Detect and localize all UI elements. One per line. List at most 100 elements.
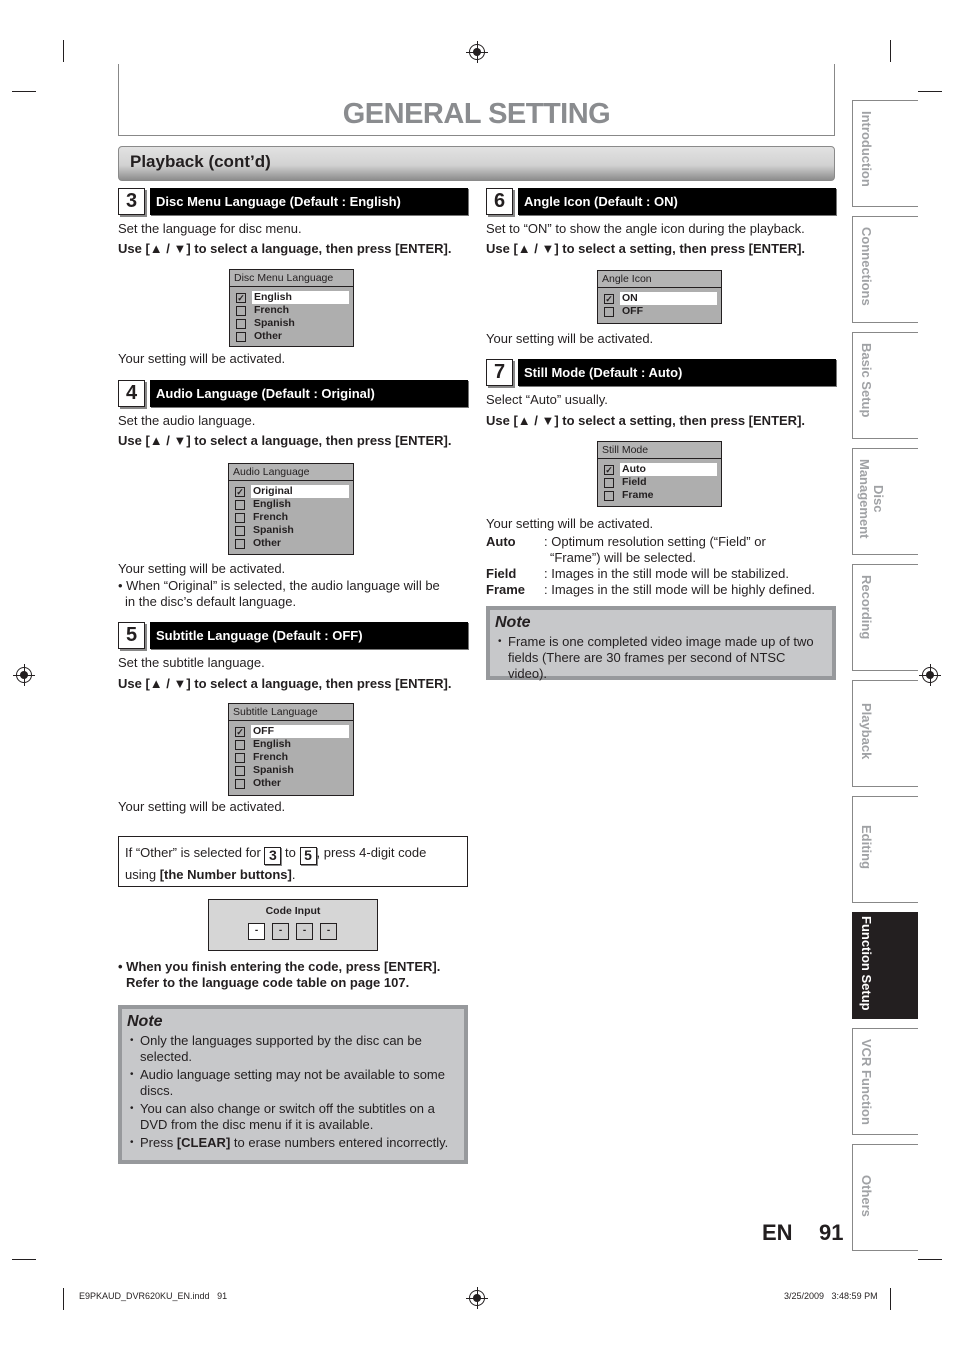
checkbox-icon: [235, 753, 245, 763]
crop-mark: [890, 1288, 891, 1310]
checked-checkbox-icon: ✓: [236, 293, 246, 303]
step-description: Set the subtitle language.: [118, 655, 265, 670]
step-title: Angle Icon (Default : ON): [518, 188, 836, 215]
definition-text-cont: “Frame”) will be selected.: [550, 550, 696, 565]
menu-option[interactable]: ✓ Auto: [598, 463, 721, 476]
checkbox-icon: [235, 513, 245, 523]
menu-option[interactable]: Field: [598, 476, 721, 489]
step-description: Set the language for disc menu.: [118, 221, 302, 236]
checked-checkbox-icon: ✓: [604, 465, 614, 475]
step-result: Your setting will be activated.: [118, 799, 286, 814]
checkbox-icon: [604, 478, 614, 488]
code-input-dialog: Code Input - - - -: [208, 899, 378, 951]
step-title: Subtitle Language (Default : OFF): [150, 622, 468, 649]
menu-option[interactable]: Spanish: [229, 524, 353, 537]
crop-mark: [12, 1259, 36, 1260]
definition-text: : Images in the still mode will be stabi…: [544, 566, 789, 581]
note-title: Note: [127, 1013, 163, 1030]
menu-option[interactable]: ✓ ON: [598, 292, 721, 305]
menu-option[interactable]: ✓ English: [230, 291, 353, 304]
side-tab-connections[interactable]: Connections: [852, 216, 918, 323]
menu-option[interactable]: ✓ Original: [229, 485, 353, 498]
checked-checkbox-icon: ✓: [604, 294, 614, 304]
checked-checkbox-icon: ✓: [235, 727, 245, 737]
menu-option[interactable]: Frame: [598, 489, 721, 502]
menu-option[interactable]: English: [229, 498, 353, 511]
step-number: 6: [486, 188, 513, 215]
note-box: Note Frame is one completed video image …: [486, 606, 836, 682]
definition-text: : Optimum resolution setting (“Field” or: [544, 534, 766, 549]
side-tab-basic-setup[interactable]: Basic Setup: [852, 332, 918, 439]
step-result: Your setting will be activated.: [486, 331, 654, 346]
crop-mark: [12, 91, 36, 92]
code-hint-line: • When you finish entering the code, pre…: [118, 959, 441, 974]
step-number: 7: [486, 359, 513, 386]
code-input-title: Code Input: [265, 905, 321, 917]
note-box: Note Only the languages supported by the…: [118, 1005, 468, 1164]
menu-option[interactable]: French: [229, 751, 353, 764]
menu-title: Subtitle Language: [229, 704, 353, 721]
menu-option[interactable]: French: [230, 304, 353, 317]
code-digit-slot[interactable]: -: [320, 923, 337, 940]
language-indicator: EN: [762, 1220, 793, 1245]
crop-mark: [63, 40, 64, 62]
step-instruction: Use [▲ / ▼] to select a setting, then pr…: [486, 241, 806, 256]
section-title: Playback (cont’d): [130, 152, 271, 171]
menu-option[interactable]: Other: [229, 777, 353, 790]
checkbox-icon: [235, 500, 245, 510]
note-item: You can also change or switch off the su…: [128, 1101, 458, 1133]
menu-option[interactable]: OFF: [598, 305, 721, 318]
step-3-header: 3 Disc Menu Language (Default : English): [118, 188, 468, 215]
code-digit-slot[interactable]: -: [272, 923, 289, 940]
definition-term: Frame: [486, 582, 526, 597]
step-instruction: Use [▲ / ▼] to select a setting, then pr…: [486, 413, 806, 428]
checkbox-icon: [235, 539, 245, 549]
note-item: Frame is one completed video image made …: [496, 634, 826, 682]
code-digit-slot[interactable]: -: [248, 923, 265, 940]
title-frame: GENERAL SETTING: [118, 64, 835, 136]
side-tab-vcr-function[interactable]: VCR Function: [852, 1028, 918, 1135]
step-result: Your setting will be activated.: [486, 516, 654, 531]
menu-title: Audio Language: [229, 464, 353, 481]
definition-term: Auto: [486, 534, 516, 549]
menu-option[interactable]: Other: [229, 537, 353, 550]
menu-option[interactable]: Other: [230, 330, 353, 343]
side-tab-function-setup[interactable]: Function Setup: [852, 912, 918, 1019]
page-title: GENERAL SETTING: [342, 98, 611, 130]
side-tab-disc-management[interactable]: Disc Management: [852, 448, 918, 555]
step-description: Select “Auto” usually.: [486, 392, 608, 407]
checked-checkbox-icon: ✓: [235, 487, 245, 497]
menu-option[interactable]: English: [229, 738, 353, 751]
step-5-header: 5 Subtitle Language (Default : OFF): [118, 622, 468, 649]
checkbox-icon: [235, 779, 245, 789]
print-slug-date: 3/25/2009 3:48:59 PM: [784, 1291, 878, 1301]
code-digit-slot[interactable]: -: [296, 923, 313, 940]
registration-mark-icon: [919, 664, 941, 686]
step-7-header: 7 Still Mode (Default : Auto): [486, 359, 836, 386]
side-tab-playback[interactable]: Playback: [852, 680, 918, 787]
step-instruction: Use [▲ / ▼] to select a language, then p…: [118, 433, 452, 448]
checkbox-icon: [236, 332, 246, 342]
checkbox-icon: [235, 740, 245, 750]
menu-option[interactable]: ✓ OFF: [229, 725, 353, 738]
definition-text: : Images in the still mode will be highl…: [544, 582, 815, 597]
checkbox-icon: [235, 526, 245, 536]
step-note-bullet-cont: in the disc’s default language.: [125, 594, 297, 609]
step-description: Set to “ON” to show the angle icon durin…: [486, 221, 805, 236]
step-ref-3: 3: [264, 847, 282, 865]
checkbox-icon: [236, 319, 246, 329]
crop-mark: [918, 1259, 942, 1260]
menu-option[interactable]: Spanish: [230, 317, 353, 330]
menu-option[interactable]: French: [229, 511, 353, 524]
angle-icon-menu: Angle Icon ✓ ON OFF: [597, 270, 722, 324]
side-tab-editing[interactable]: Editing: [852, 796, 918, 903]
menu-option[interactable]: Spanish: [229, 764, 353, 777]
other-language-callout: If “Other” is selected for 3 to 5, press…: [118, 836, 468, 887]
side-tab-recording[interactable]: Recording: [852, 564, 918, 671]
side-tab-introduction[interactable]: Introduction: [852, 100, 918, 207]
print-slug-file: E9PKAUD_DVR620KU_EN.indd 91: [79, 1291, 228, 1301]
still-mode-menu: Still Mode ✓ Auto Field Frame: [597, 441, 722, 507]
checkbox-icon: [235, 766, 245, 776]
step-note-bullet: • When “Original” is selected, the audio…: [118, 578, 440, 593]
side-tab-others[interactable]: Others: [852, 1144, 918, 1251]
